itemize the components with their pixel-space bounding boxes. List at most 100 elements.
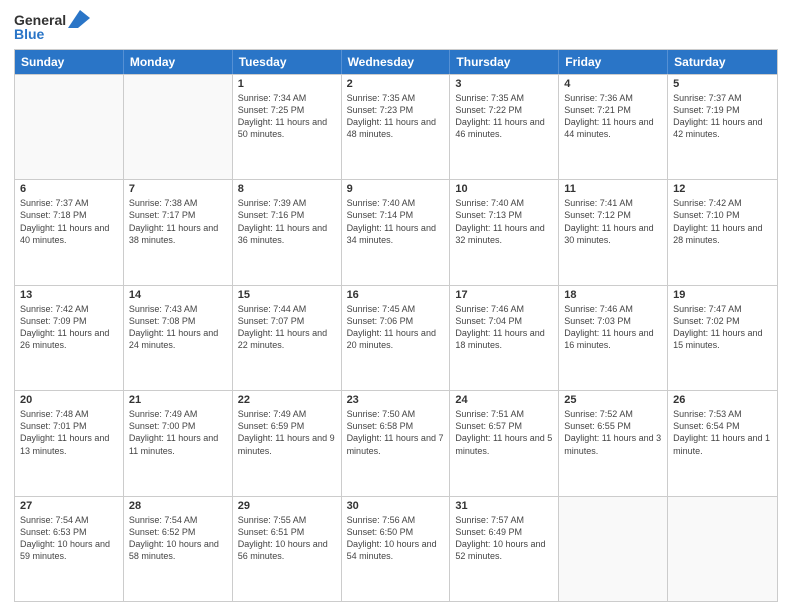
day-number: 22 xyxy=(238,394,336,406)
calendar-cell: 3 Sunrise: 7:35 AM Sunset: 7:22 PM Daylig… xyxy=(450,75,559,179)
day-number: 18 xyxy=(564,289,662,301)
day-number: 27 xyxy=(20,500,118,512)
calendar-cell: 20Sunrise: 7:48 AM Sunset: 7:01 PM Dayli… xyxy=(15,391,124,495)
calendar-body: 1Sunrise: 7:34 AM Sunset: 7:25 PM Daylig… xyxy=(15,74,777,601)
calendar-cell: 13 Sunrise: 7:42 AM Sunset: 7:09 PM Dayli… xyxy=(15,286,124,390)
calendar-cell: 8 Sunrise: 7:39 AM Sunset: 7:16 PM Daylig… xyxy=(233,180,342,284)
cell-info: Sunrise: 7:38 AM Sunset: 7:17 PM Dayligh… xyxy=(129,197,227,246)
day-number: 4 xyxy=(564,78,662,90)
calendar-cell: 24 Sunrise: 7:51 AM Sunset: 6:57 PM Dayli… xyxy=(450,391,559,495)
cell-info: Sunrise: 7:55 AM Sunset: 6:51 PM Dayligh… xyxy=(238,514,336,563)
calendar-week-5: 27 Sunrise: 7:54 AM Sunset: 6:53 PM Dayli… xyxy=(15,496,777,601)
calendar-cell: 10 Sunrise: 7:40 AM Sunset: 7:13 PM Dayli… xyxy=(450,180,559,284)
calendar-week-1: 1Sunrise: 7:34 AM Sunset: 7:25 PM Daylig… xyxy=(15,74,777,179)
cell-info: Sunrise: 7:35 AM Sunset: 7:23 PM Dayligh… xyxy=(347,92,445,141)
calendar-cell xyxy=(15,75,124,179)
calendar-cell: 31 Sunrise: 7:57 AM Sunset: 6:49 PM Dayli… xyxy=(450,497,559,601)
cell-info: Sunrise: 7:48 AM Sunset: 7:01 PM Dayligh… xyxy=(20,408,118,457)
day-number: 29 xyxy=(238,500,336,512)
calendar-cell: 4 Sunrise: 7:36 AM Sunset: 7:21 PM Daylig… xyxy=(559,75,668,179)
calendar-cell: 15 Sunrise: 7:44 AM Sunset: 7:07 PM Dayli… xyxy=(233,286,342,390)
calendar-cell: 1Sunrise: 7:34 AM Sunset: 7:25 PM Daylig… xyxy=(233,75,342,179)
cell-info: Sunrise: 7:39 AM Sunset: 7:16 PM Dayligh… xyxy=(238,197,336,246)
cell-info: Sunrise: 7:42 AM Sunset: 7:09 PM Dayligh… xyxy=(20,303,118,352)
day-number: 13 xyxy=(20,289,118,301)
calendar-cell: 6 Sunrise: 7:37 AM Sunset: 7:18 PM Daylig… xyxy=(15,180,124,284)
day-number: 3 xyxy=(455,78,553,90)
calendar-cell: 30 Sunrise: 7:56 AM Sunset: 6:50 PM Dayli… xyxy=(342,497,451,601)
header: General Blue xyxy=(14,10,778,43)
calendar-header-monday: Monday xyxy=(124,50,233,74)
day-number: 8 xyxy=(238,183,336,195)
day-number: 23 xyxy=(347,394,445,406)
cell-info: Sunrise: 7:46 AM Sunset: 7:04 PM Dayligh… xyxy=(455,303,553,352)
cell-info: Sunrise: 7:52 AM Sunset: 6:55 PM Dayligh… xyxy=(564,408,662,457)
cell-info: Sunrise: 7:40 AM Sunset: 7:14 PM Dayligh… xyxy=(347,197,445,246)
cell-info: Sunrise: 7:37 AM Sunset: 7:19 PM Dayligh… xyxy=(673,92,772,141)
calendar-cell: 28Sunrise: 7:54 AM Sunset: 6:52 PM Dayli… xyxy=(124,497,233,601)
calendar-cell: 25 Sunrise: 7:52 AM Sunset: 6:55 PM Dayli… xyxy=(559,391,668,495)
cell-info: Sunrise: 7:45 AM Sunset: 7:06 PM Dayligh… xyxy=(347,303,445,352)
calendar-cell: 11Sunrise: 7:41 AM Sunset: 7:12 PM Dayli… xyxy=(559,180,668,284)
day-number: 5 xyxy=(673,78,772,90)
cell-info: Sunrise: 7:56 AM Sunset: 6:50 PM Dayligh… xyxy=(347,514,445,563)
day-number: 10 xyxy=(455,183,553,195)
day-number: 11 xyxy=(564,183,662,195)
day-number: 19 xyxy=(673,289,772,301)
cell-info: Sunrise: 7:51 AM Sunset: 6:57 PM Dayligh… xyxy=(455,408,553,457)
calendar-header-row: SundayMondayTuesdayWednesdayThursdayFrid… xyxy=(15,50,777,74)
day-number: 16 xyxy=(347,289,445,301)
day-number: 9 xyxy=(347,183,445,195)
calendar: SundayMondayTuesdayWednesdayThursdayFrid… xyxy=(14,49,778,602)
cell-info: Sunrise: 7:47 AM Sunset: 7:02 PM Dayligh… xyxy=(673,303,772,352)
cell-info: Sunrise: 7:34 AM Sunset: 7:25 PM Dayligh… xyxy=(238,92,336,141)
calendar-cell: 23 Sunrise: 7:50 AM Sunset: 6:58 PM Dayli… xyxy=(342,391,451,495)
calendar-cell: 22 Sunrise: 7:49 AM Sunset: 6:59 PM Dayli… xyxy=(233,391,342,495)
day-number: 12 xyxy=(673,183,772,195)
calendar-cell: 21Sunrise: 7:49 AM Sunset: 7:00 PM Dayli… xyxy=(124,391,233,495)
calendar-header-tuesday: Tuesday xyxy=(233,50,342,74)
calendar-header-wednesday: Wednesday xyxy=(342,50,451,74)
calendar-cell: 27 Sunrise: 7:54 AM Sunset: 6:53 PM Dayli… xyxy=(15,497,124,601)
cell-info: Sunrise: 7:42 AM Sunset: 7:10 PM Dayligh… xyxy=(673,197,772,246)
day-number: 25 xyxy=(564,394,662,406)
cell-info: Sunrise: 7:46 AM Sunset: 7:03 PM Dayligh… xyxy=(564,303,662,352)
cell-info: Sunrise: 7:49 AM Sunset: 6:59 PM Dayligh… xyxy=(238,408,336,457)
cell-info: Sunrise: 7:40 AM Sunset: 7:13 PM Dayligh… xyxy=(455,197,553,246)
calendar-cell: 2Sunrise: 7:35 AM Sunset: 7:23 PM Daylig… xyxy=(342,75,451,179)
calendar-cell xyxy=(668,497,777,601)
cell-info: Sunrise: 7:43 AM Sunset: 7:08 PM Dayligh… xyxy=(129,303,227,352)
cell-info: Sunrise: 7:53 AM Sunset: 6:54 PM Dayligh… xyxy=(673,408,772,457)
cell-info: Sunrise: 7:54 AM Sunset: 6:52 PM Dayligh… xyxy=(129,514,227,563)
page: General Blue SundayMondayTuesdayWednesda… xyxy=(0,0,792,612)
logo-text-blue: Blue xyxy=(14,26,44,43)
calendar-cell: 9 Sunrise: 7:40 AM Sunset: 7:14 PM Daylig… xyxy=(342,180,451,284)
day-number: 17 xyxy=(455,289,553,301)
day-number: 15 xyxy=(238,289,336,301)
day-number: 24 xyxy=(455,394,553,406)
calendar-header-friday: Friday xyxy=(559,50,668,74)
calendar-week-4: 20Sunrise: 7:48 AM Sunset: 7:01 PM Dayli… xyxy=(15,390,777,495)
cell-info: Sunrise: 7:54 AM Sunset: 6:53 PM Dayligh… xyxy=(20,514,118,563)
cell-info: Sunrise: 7:35 AM Sunset: 7:22 PM Dayligh… xyxy=(455,92,553,141)
calendar-cell xyxy=(124,75,233,179)
calendar-cell: 26 Sunrise: 7:53 AM Sunset: 6:54 PM Dayli… xyxy=(668,391,777,495)
cell-info: Sunrise: 7:50 AM Sunset: 6:58 PM Dayligh… xyxy=(347,408,445,457)
logo: General Blue xyxy=(14,10,90,43)
calendar-week-3: 13 Sunrise: 7:42 AM Sunset: 7:09 PM Dayli… xyxy=(15,285,777,390)
calendar-cell: 7 Sunrise: 7:38 AM Sunset: 7:17 PM Daylig… xyxy=(124,180,233,284)
day-number: 7 xyxy=(129,183,227,195)
cell-info: Sunrise: 7:57 AM Sunset: 6:49 PM Dayligh… xyxy=(455,514,553,563)
day-number: 31 xyxy=(455,500,553,512)
day-number: 30 xyxy=(347,500,445,512)
calendar-cell xyxy=(559,497,668,601)
calendar-cell: 16 Sunrise: 7:45 AM Sunset: 7:06 PM Dayli… xyxy=(342,286,451,390)
calendar-header-thursday: Thursday xyxy=(450,50,559,74)
cell-info: Sunrise: 7:37 AM Sunset: 7:18 PM Dayligh… xyxy=(20,197,118,246)
calendar-week-2: 6 Sunrise: 7:37 AM Sunset: 7:18 PM Daylig… xyxy=(15,179,777,284)
day-number: 26 xyxy=(673,394,772,406)
cell-info: Sunrise: 7:49 AM Sunset: 7:00 PM Dayligh… xyxy=(129,408,227,457)
cell-info: Sunrise: 7:36 AM Sunset: 7:21 PM Dayligh… xyxy=(564,92,662,141)
day-number: 6 xyxy=(20,183,118,195)
cell-info: Sunrise: 7:44 AM Sunset: 7:07 PM Dayligh… xyxy=(238,303,336,352)
